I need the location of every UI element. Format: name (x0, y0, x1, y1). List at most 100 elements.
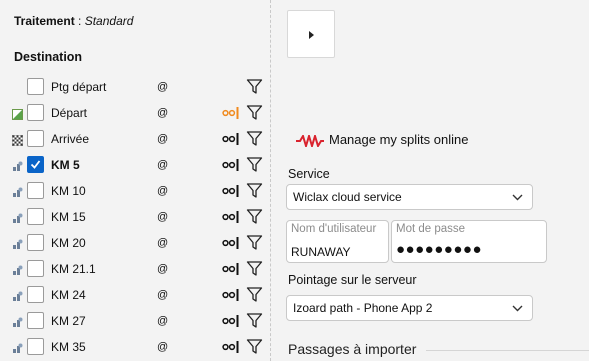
treatment-value[interactable]: Standard (85, 14, 134, 28)
play-button[interactable] (287, 10, 335, 58)
points-panel: Traitement : Standard Destination Ptg dé… (0, 0, 270, 361)
treatment-label: Traitement (14, 14, 75, 28)
point-row[interactable]: KM 5 @ (0, 154, 270, 178)
intermediate-icon (12, 239, 23, 250)
intermediate-icon (12, 187, 23, 198)
point-checkbox[interactable] (27, 208, 44, 225)
filter-icon[interactable] (246, 208, 263, 228)
intermediate-icon (12, 317, 23, 328)
point-row[interactable]: KM 27 @ (0, 310, 270, 334)
at-marker: @ (157, 289, 169, 301)
point-checkbox[interactable] (27, 130, 44, 147)
point-row[interactable]: KM 10 @ (0, 180, 270, 204)
point-row[interactable]: Ptg départ @ (0, 76, 270, 100)
treatment-line: Traitement : Standard (14, 14, 134, 28)
point-row[interactable]: KM 21.1 @ (0, 258, 270, 282)
point-label: KM 5 (51, 158, 80, 172)
point-label: KM 20 (51, 236, 86, 250)
point-checkbox[interactable] (27, 312, 44, 329)
point-checkbox[interactable] (27, 260, 44, 277)
point-checkbox[interactable] (27, 286, 44, 303)
point-checkbox[interactable] (27, 156, 44, 173)
passages-title: Passages à importer (288, 341, 417, 357)
point-label: Départ (51, 106, 88, 120)
intermediate-icon (12, 213, 23, 224)
username-value: RUNAWAY (291, 245, 351, 259)
filter-icon[interactable] (246, 234, 263, 254)
point-label: KM 24 (51, 288, 86, 302)
password-value: ●●●●●●●●● (396, 241, 483, 258)
split-icon[interactable] (222, 341, 242, 356)
intermediate-icon (12, 291, 23, 302)
username-field[interactable]: Nom d'utilisateur RUNAWAY (286, 220, 389, 263)
filter-icon[interactable] (246, 130, 263, 150)
point-checkbox[interactable] (27, 182, 44, 199)
at-marker: @ (157, 263, 169, 275)
play-icon (309, 31, 314, 39)
filter-icon[interactable] (246, 286, 263, 306)
server-point-label: Pointage sur le serveur (288, 273, 417, 287)
settings-panel: Manage my splits online Service Wiclax c… (271, 0, 589, 361)
point-checkbox[interactable] (27, 78, 44, 95)
point-label: KM 15 (51, 210, 86, 224)
at-marker: @ (157, 159, 169, 171)
point-label: KM 21.1 (51, 262, 96, 276)
at-marker: @ (157, 237, 169, 249)
intermediate-icon (12, 343, 23, 354)
chevron-down-icon (512, 194, 523, 201)
at-marker: @ (157, 133, 169, 145)
checkered-flag-icon (11, 134, 24, 147)
point-checkbox[interactable] (27, 338, 44, 355)
password-field[interactable]: Mot de passe ●●●●●●●●● (391, 220, 547, 263)
point-label: KM 35 (51, 340, 86, 354)
point-label: KM 27 (51, 314, 86, 328)
at-marker: @ (157, 185, 169, 197)
split-icon[interactable] (222, 107, 242, 122)
split-icon[interactable] (222, 133, 242, 148)
point-checkbox[interactable] (27, 104, 44, 121)
filter-icon[interactable] (246, 338, 263, 358)
at-marker: @ (157, 315, 169, 327)
point-row[interactable]: KM 15 @ (0, 206, 270, 230)
split-icon[interactable] (222, 263, 242, 278)
server-point-value: Izoard path - Phone App 2 (293, 301, 433, 315)
manage-splits-label: Manage my splits online (329, 132, 469, 147)
point-label: Ptg départ (51, 80, 107, 94)
intermediate-icon (12, 265, 23, 276)
point-label: KM 10 (51, 184, 86, 198)
point-row[interactable]: Arrivée @ (0, 128, 270, 152)
filter-icon[interactable] (246, 312, 263, 332)
filter-icon[interactable] (246, 104, 263, 124)
intermediate-icon (12, 161, 23, 172)
service-value: Wiclax cloud service (293, 190, 402, 204)
at-marker: @ (157, 211, 169, 223)
username-placeholder: Nom d'utilisateur (291, 223, 377, 235)
split-icon[interactable] (222, 159, 242, 174)
password-placeholder: Mot de passe (396, 223, 466, 235)
filter-icon[interactable] (246, 156, 263, 176)
filter-icon[interactable] (246, 182, 263, 202)
chevron-down-icon (512, 305, 523, 312)
split-icon[interactable] (222, 211, 242, 226)
point-row[interactable]: KM 20 @ (0, 232, 270, 256)
point-row[interactable]: Départ @ (0, 102, 270, 126)
start-flag-icon (12, 109, 23, 120)
split-icon[interactable] (222, 185, 242, 200)
at-marker: @ (157, 107, 169, 119)
point-row[interactable]: KM 24 @ (0, 284, 270, 308)
at-marker: @ (157, 341, 169, 353)
service-select[interactable]: Wiclax cloud service (286, 184, 533, 210)
filter-icon[interactable] (246, 78, 263, 98)
wave-icon (296, 135, 324, 147)
server-point-select[interactable]: Izoard path - Phone App 2 (286, 295, 533, 321)
point-label: Arrivée (51, 132, 90, 146)
split-icon[interactable] (222, 237, 242, 252)
service-label: Service (288, 167, 330, 181)
filter-icon[interactable] (246, 260, 263, 280)
split-icon[interactable] (222, 289, 242, 304)
split-icon[interactable] (222, 315, 242, 330)
passages-rule (426, 350, 589, 351)
point-checkbox[interactable] (27, 234, 44, 251)
destination-title: Destination (14, 50, 83, 64)
point-row[interactable]: KM 35 @ (0, 336, 270, 360)
